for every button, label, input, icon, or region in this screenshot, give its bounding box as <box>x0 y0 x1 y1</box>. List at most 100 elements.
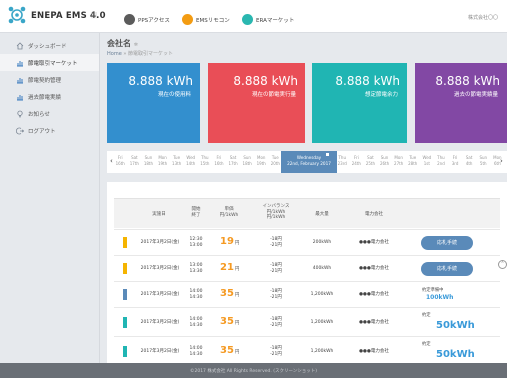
cell-max: 200kWh <box>312 240 332 245</box>
date-cell[interactable]: Mon 27th <box>392 155 405 166</box>
sidebar-item-market[interactable]: 節電取引マーケット <box>0 54 99 71</box>
date-cell[interactable]: Sat 4th <box>463 155 476 166</box>
date-cell[interactable]: Fri 3rd <box>449 155 462 166</box>
home-icon <box>16 41 24 50</box>
date-cell[interactable]: Wed 1st <box>421 155 434 166</box>
main-content: 会社名 ✲ Home » 節電取引マーケット 8.888 kWh 現在の使用料 … <box>100 33 507 378</box>
date-cell[interactable]: Sun 18th <box>142 155 155 166</box>
date-cell[interactable]: Tue 13th <box>170 155 183 166</box>
col-max: 最大量 <box>315 212 329 217</box>
date-day: 17th <box>228 160 238 166</box>
date-cell[interactable]: Thu 23rd <box>336 155 349 166</box>
sidebar-item-news[interactable]: お知らせ <box>0 105 99 122</box>
cell-start: 14:00 <box>189 317 203 322</box>
table-row: 2017年3月2日(金) 12:30 13:00 19円 -18円 -21円 200kWh ●… <box>114 229 500 255</box>
tile-past-saving: 8.888 kWh 過去の節電実績量 <box>415 63 507 143</box>
date-day: 18th <box>242 160 252 166</box>
date-day: 1st <box>423 160 430 166</box>
nav-label: EMSリモコン <box>196 17 230 24</box>
cell-company: ●●●電力会社 <box>359 320 389 325</box>
cell-end: 13:30 <box>189 268 203 274</box>
date-cell[interactable]: Sun 18th <box>241 155 254 166</box>
date-day: 19th <box>157 160 168 166</box>
circle-icon <box>242 14 253 25</box>
chart-icon <box>16 76 24 84</box>
nav-era-market[interactable]: ERAマーケット <box>242 14 294 25</box>
breadcrumb-home[interactable]: Home <box>107 51 122 57</box>
cell-end: 14:30 <box>189 351 203 357</box>
date-cell[interactable]: Fri 24th <box>350 155 363 166</box>
date-day: 24th <box>351 160 361 166</box>
imbalance-2: -21円 <box>270 268 282 274</box>
sidebar-item-label: お知らせ <box>28 111 50 118</box>
date-day: 2nd <box>437 160 445 166</box>
date-cell[interactable]: Tue 28th <box>407 155 420 166</box>
nav-label: PPSアクセス <box>138 17 170 24</box>
cell-company: ●●●電力会社 <box>359 292 389 297</box>
date-day: 4th <box>465 160 473 166</box>
tile-value: 8.888 kWh <box>233 74 298 88</box>
date-cell[interactable]: Wed 14th <box>185 155 198 166</box>
cell-date: 2017年3月2日(金) <box>140 292 180 297</box>
date-day: 18th <box>143 160 154 166</box>
date-cell[interactable]: Mon 19th <box>156 155 169 166</box>
date-cell[interactable]: Sat 25th <box>364 155 377 166</box>
date-next-arrow[interactable]: › <box>500 157 503 165</box>
nav-pps-access[interactable]: PPSアクセス <box>124 14 170 25</box>
sidebar-item-dashboard[interactable]: ダッシュボード <box>0 37 99 54</box>
row-status-bar <box>123 317 127 328</box>
breadcrumb: Home » 節電取引マーケット <box>107 50 173 57</box>
cell-time: 14:00 14:30 <box>188 346 204 357</box>
col-imbalance-unit-2: 円/1kWh <box>266 215 286 220</box>
date-cell[interactable]: Mon 19th <box>255 155 268 166</box>
sidebar-item-history[interactable]: 過去節電実績 <box>0 88 99 105</box>
date-cell[interactable]: Sat 17th <box>227 155 240 166</box>
cell-time: 12:30 13:00 <box>188 237 204 248</box>
cell-max: 1,200kWh <box>310 320 334 325</box>
brand-sub: ||| <box>91 12 98 19</box>
price-unit: 円 <box>234 321 240 326</box>
cell-start: 13:00 <box>189 263 203 268</box>
imbalance-2: -21円 <box>270 242 282 248</box>
date-cell[interactable]: Thu 15th <box>199 155 212 166</box>
date-cell[interactable]: Fri 16th <box>213 155 226 166</box>
sidebar-item-label: 節電取引マーケット <box>28 60 78 67</box>
date-prev-arrow[interactable]: ‹ <box>110 157 113 165</box>
date-cell[interactable]: Sun 5th <box>477 155 490 166</box>
cell-imbalance: -18円 -21円 <box>264 263 288 274</box>
bid-button[interactable]: 応札手続 <box>421 236 473 250</box>
footer: ©2017 株式会社 All Rights Reserved. (スクリーンショ… <box>0 363 507 378</box>
bid-table-panel: 実施日 開始 終了 単価 円/1kWh インバランス 円/1kWh 円/1kWh… <box>107 182 507 378</box>
sidebar-item-contracts[interactable]: 節電契約管理 <box>0 71 99 88</box>
price-value: 21 <box>220 262 234 273</box>
date-cell[interactable]: Fri 16th <box>114 155 127 166</box>
logo-icon[interactable] <box>7 5 27 25</box>
imbalance-2: -21円 <box>270 322 282 328</box>
nav-label: ERAマーケット <box>256 17 295 24</box>
date-cell[interactable]: Sun 26th <box>378 155 391 166</box>
company-name[interactable]: 株式会社〇〇 <box>468 14 498 21</box>
price-unit: 円 <box>234 241 240 246</box>
date-cell[interactable]: Tue 20th <box>269 155 282 166</box>
table-row: 2017年3月2日(金) 13:00 13:30 21円 -18円 -21円 400kWh ●… <box>114 255 500 281</box>
cell-imbalance: -18円 -21円 <box>264 317 288 328</box>
date-day: 3rd <box>451 160 459 166</box>
col-time: 開始 終了 <box>188 207 204 218</box>
cell-end: 14:30 <box>189 322 203 328</box>
cell-price: 35円 <box>220 288 239 299</box>
bid-button[interactable]: 応札手続 <box>421 262 473 276</box>
page-title-text: 会社名 <box>107 39 131 48</box>
sidebar-item-logout[interactable]: ログアウト <box>0 122 99 139</box>
tile-value: 8.888 kWh <box>128 74 193 88</box>
scroll-top-icon[interactable]: ⌃ <box>498 260 507 269</box>
date-day: 14th <box>186 160 196 166</box>
date-cell[interactable]: Thu 2nd <box>435 155 448 166</box>
circle-icon <box>124 14 135 25</box>
col-imbalance: インバランス 円/1kWh 円/1kWh <box>254 204 298 221</box>
nav-ems-remote[interactable]: EMSリモコン <box>182 14 230 25</box>
cell-date: 2017年3月2日(金) <box>140 349 180 354</box>
sidebar-item-label: 節電契約管理 <box>28 77 62 84</box>
date-day: 15th <box>200 160 210 166</box>
date-cell[interactable]: Sat 17th <box>128 155 141 166</box>
gear-icon[interactable]: ✲ <box>134 42 138 48</box>
